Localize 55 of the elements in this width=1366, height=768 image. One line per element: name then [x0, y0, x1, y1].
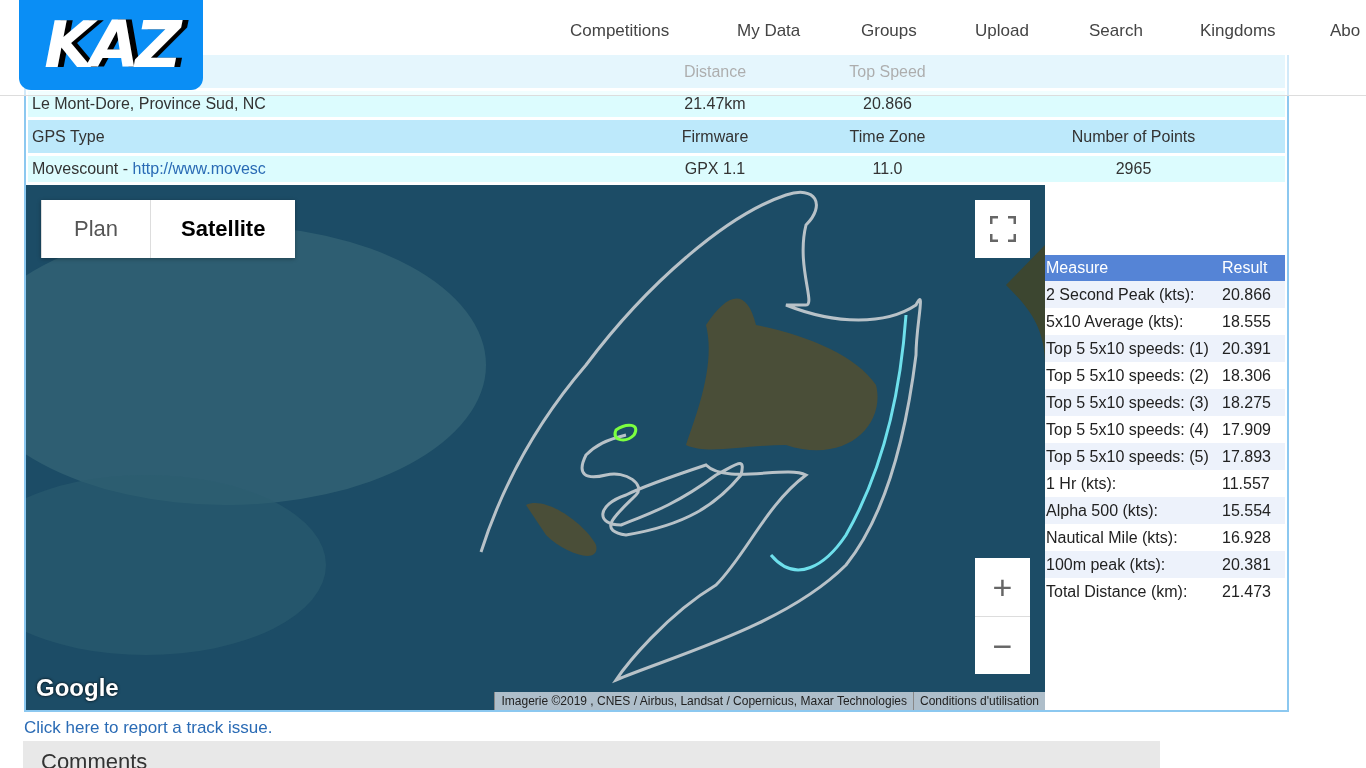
column-header: Distance — [682, 62, 748, 81]
table-cell-text: Alpha 500 (kts): — [1045, 501, 1160, 520]
column-header: GPS Type — [31, 127, 106, 146]
table-cell-text: 11.0 — [871, 160, 904, 178]
nav-link[interactable]: Search — [1089, 20, 1200, 41]
nav-link[interactable]: My Data — [737, 20, 861, 41]
table-cell-text: Movescount - http://www.movesc — [31, 160, 267, 178]
table-cell-text: 2965 — [1114, 160, 1153, 178]
table-cell-text: 20.381 — [1221, 555, 1272, 574]
table-cell-text: 16.928 — [1221, 528, 1272, 547]
table-cell-text: 20.866 — [1221, 285, 1272, 304]
table-cell-text: Le Mont-Dore, Province Sud, NC — [31, 95, 267, 113]
table-cell-text: 11.557 — [1221, 474, 1271, 493]
column-header: Result — [1221, 259, 1269, 277]
table-cell-text: 17.893 — [1221, 447, 1272, 466]
table-cell-text: Top 5 5x10 speeds: (5) — [1045, 447, 1210, 466]
table-cell-text: 5x10 Average (kts): — [1045, 312, 1185, 331]
table-cell-text: GPX 1.1 — [683, 160, 747, 178]
column-header: Measure — [1045, 259, 1110, 277]
map-brand: Google — [36, 674, 119, 702]
nav-link[interactable]: Upload — [975, 20, 1089, 41]
table-cell-text: 18.306 — [1221, 366, 1272, 385]
table-cell-text: 18.555 — [1221, 312, 1272, 331]
table-cell-text: 1 Hr (kts): — [1045, 474, 1118, 493]
table-cell-text: Total Distance (km): — [1045, 582, 1189, 601]
terms-link[interactable]: Conditions d'utilisation — [912, 692, 1045, 710]
column-header: Top Speed — [848, 62, 927, 81]
nav-link[interactable]: Abo — [1330, 20, 1366, 41]
fullscreen-button[interactable] — [975, 200, 1030, 258]
table-cell-text: Top 5 5x10 speeds: (3) — [1045, 393, 1210, 412]
table-cell-text: Top 5 5x10 speeds: (2) — [1045, 366, 1210, 385]
gps-link[interactable]: http://www.movesc — [132, 160, 266, 177]
table-cell-text: Top 5 5x10 speeds: (1) — [1045, 339, 1210, 358]
table-cell-text: 2 Second Peak (kts): — [1045, 285, 1196, 304]
table-cell-text: Nautical Mile (kts): — [1045, 528, 1179, 547]
nav-link[interactable]: Groups — [861, 20, 975, 41]
table-cell-text: Top 5 5x10 speeds: (4) — [1045, 420, 1210, 439]
nav-link[interactable]: Competitions — [570, 20, 737, 41]
table-cell-text: 21.47km — [683, 95, 747, 113]
nav-link[interactable]: Kingdoms — [1200, 20, 1330, 41]
report-link[interactable]: Click here to report a track issue. — [24, 718, 273, 738]
column-header: Number of Points — [1070, 127, 1197, 146]
table-cell-text: 20.391 — [1221, 339, 1272, 358]
column-header: Firmware — [680, 127, 750, 146]
map-attribution: Imagerie ©2019 , CNES / Airbus, Landsat / Copernicus, Maxar Technologies — [494, 692, 913, 710]
table-cell-text: 20.866 — [862, 95, 913, 113]
map-type-tab[interactable]: Plan — [41, 200, 151, 258]
table-cell-text: 21.473 — [1221, 582, 1272, 601]
table-cell-text: 17.909 — [1221, 420, 1272, 439]
table-cell-text: 15.554 — [1221, 501, 1272, 520]
fullscreen-icon — [989, 216, 1016, 242]
table-cell-text: 100m peak (kts): — [1045, 555, 1167, 574]
column-header: Time Zone — [848, 127, 927, 146]
table-cell-text: 18.275 — [1221, 393, 1272, 412]
map-type-tab[interactable]: Satellite — [150, 200, 296, 258]
